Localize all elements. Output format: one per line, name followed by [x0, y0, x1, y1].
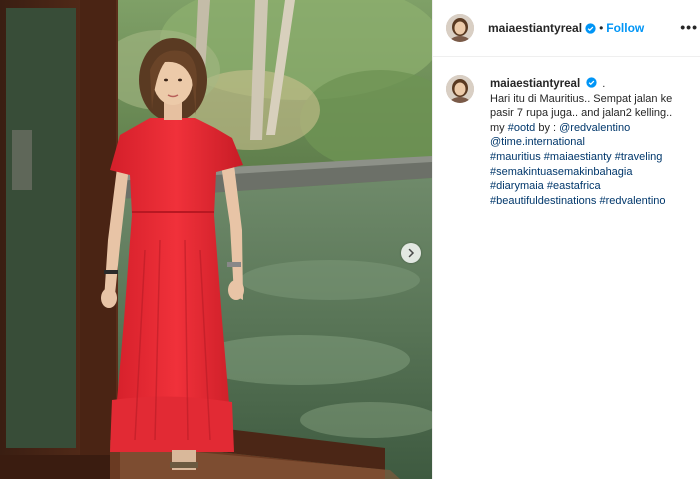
- chevron-right-icon: [408, 248, 415, 258]
- mention-link[interactable]: @time.international: [490, 135, 690, 150]
- verified-badge-icon: [585, 22, 596, 34]
- caption-dot: .: [602, 78, 606, 90]
- post-photo[interactable]: [0, 0, 432, 479]
- hashtag-link[interactable]: #semakintuasemakinbahagia: [490, 165, 690, 180]
- caption-text-line: Hari itu di Mauritius.. Sempat jalan ke: [490, 92, 673, 105]
- caption-row: maiaestiantyreal . Hari itu di Mauritius…: [433, 57, 700, 208]
- separator-dot: •: [599, 21, 604, 35]
- mention-link[interactable]: @redvalentino: [559, 122, 630, 134]
- post-side-panel: maiaestiantyreal • Follow ••• maiaestian…: [432, 0, 700, 479]
- post-header: maiaestiantyreal • Follow •••: [433, 0, 700, 57]
- caption-text: by :: [535, 121, 560, 134]
- caption-text: my: [490, 121, 508, 134]
- hashtag-link[interactable]: #ootd: [508, 122, 536, 134]
- hashtag-link[interactable]: #diarymaia #eastafrica: [490, 179, 690, 194]
- post-image: [0, 0, 432, 479]
- post-caption: maiaestiantyreal . Hari itu di Mauritius…: [490, 77, 690, 208]
- follow-button[interactable]: Follow: [606, 21, 644, 35]
- hashtag-link[interactable]: #mauritius #maiaestianty #traveling: [490, 150, 690, 165]
- more-options-icon[interactable]: •••: [680, 19, 698, 35]
- avatar[interactable]: [446, 14, 474, 42]
- username-link[interactable]: maiaestiantyreal: [488, 21, 582, 35]
- verified-badge-icon: [586, 77, 597, 88]
- caption-avatar[interactable]: [446, 75, 474, 103]
- hashtag-link[interactable]: #beautifuldestinations #redvalentino: [490, 194, 690, 209]
- caption-text-line: pasir 7 rupa juga.. and jalan2 kelling..: [490, 107, 673, 120]
- caption-username-link[interactable]: maiaestiantyreal: [490, 78, 580, 90]
- next-photo-button[interactable]: [401, 243, 421, 263]
